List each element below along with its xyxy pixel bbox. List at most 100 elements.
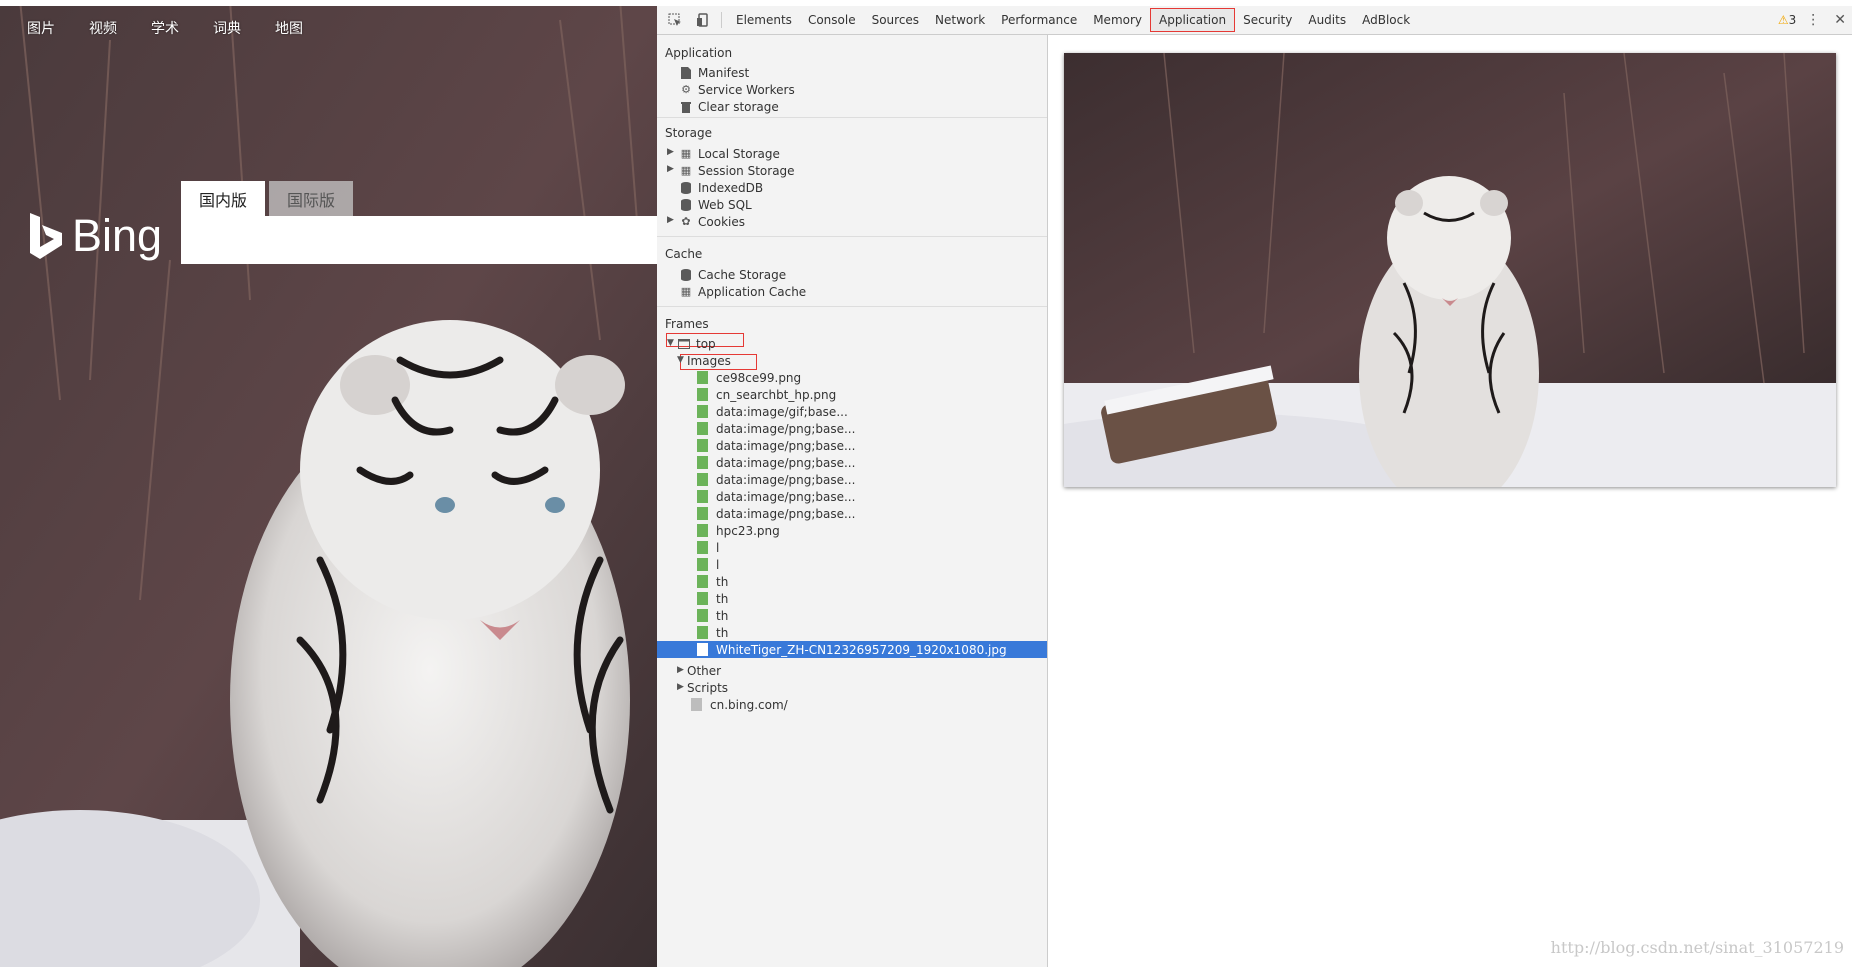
image-resource-item[interactable]: data:image/png;base... (697, 505, 855, 522)
tab-sources[interactable]: Sources (864, 9, 927, 31)
image-resource-item[interactable]: WhiteTiger_ZH-CN12326957209_1920x1080.jp… (697, 641, 1007, 658)
collapse-arrow-icon[interactable]: ▼ (667, 338, 674, 348)
image-resource-item[interactable]: data:image/gif;base... (697, 403, 848, 420)
document-icon (679, 66, 693, 80)
document-cn-bing[interactable]: cn.bing.com/ (691, 696, 788, 713)
cookie-icon: ✿ (681, 215, 691, 228)
nav-dictionary[interactable]: 词典 (213, 18, 241, 38)
image-resource-item[interactable]: ce98ce99.png (697, 369, 801, 386)
tab-adblock[interactable]: AdBlock (1354, 9, 1418, 31)
nav-academic[interactable]: 学术 (151, 18, 179, 38)
image-resource-item[interactable]: th (697, 590, 728, 607)
tab-elements[interactable]: Elements (728, 9, 800, 31)
image-resource-item[interactable]: l (697, 556, 719, 573)
section-title-application: Application (665, 46, 733, 60)
tab-console[interactable]: Console (800, 9, 864, 31)
image-file-icon (697, 609, 708, 622)
image-resource-item[interactable]: data:image/png;base... (697, 488, 855, 505)
folder-images[interactable]: Images (687, 352, 731, 369)
nav-images[interactable]: 图片 (27, 18, 55, 38)
sidebar-item-label: Cookies (698, 214, 745, 229)
image-resource-item[interactable]: l (697, 539, 719, 556)
document-icon (691, 698, 702, 711)
image-resource-item[interactable]: data:image/png;base... (697, 471, 855, 488)
tab-network[interactable]: Network (927, 9, 993, 31)
image-file-icon (697, 371, 708, 384)
frame-top[interactable]: top (677, 335, 716, 352)
image-file-icon (697, 490, 708, 503)
tab-international[interactable]: 国际版 (269, 181, 354, 216)
image-resource-label: data:image/gif;base... (716, 404, 848, 419)
expand-arrow-icon[interactable]: ▶ (677, 665, 684, 675)
image-resource-item[interactable]: data:image/png;base... (697, 454, 855, 471)
sidebar-item-clear-storage[interactable]: Clear storage (679, 98, 779, 115)
sidebar-item-label: Web SQL (698, 197, 752, 212)
sidebar-item-cache-storage[interactable]: Cache Storage (679, 266, 786, 283)
folder-scripts[interactable]: Scripts (687, 679, 728, 696)
expand-arrow-icon[interactable]: ▶ (667, 215, 674, 225)
frame-top-label: top (696, 336, 716, 351)
section-divider (657, 117, 1047, 118)
warning-count: 3 (1788, 13, 1797, 27)
tab-audits[interactable]: Audits (1300, 9, 1354, 31)
image-resource-item[interactable]: th (697, 573, 728, 590)
image-file-icon (697, 541, 708, 554)
blog-watermark: http://blog.csdn.net/sinat_31057219 (1550, 938, 1844, 957)
white-tiger-image (1064, 53, 1836, 487)
sidebar-item-session-storage[interactable]: ▦ Session Storage (679, 162, 795, 179)
collapse-arrow-icon[interactable]: ▼ (677, 355, 684, 365)
image-resource-item[interactable]: hpc23.png (697, 522, 780, 539)
image-resource-item[interactable]: cn_searchbt_hp.png (697, 386, 836, 403)
sidebar-item-manifest[interactable]: Manifest (679, 64, 749, 81)
expand-arrow-icon[interactable]: ▶ (667, 147, 674, 157)
image-resource-label: th (716, 608, 729, 623)
tab-application[interactable]: Application (1150, 8, 1236, 32)
section-divider (657, 306, 1047, 307)
tab-domestic[interactable]: 国内版 (181, 181, 266, 216)
bing-logo-text: Bing (72, 210, 163, 261)
image-resource-label: hpc23.png (716, 523, 780, 538)
bing-logo[interactable]: Bing (28, 210, 162, 262)
grid-icon: ▦ (680, 147, 692, 160)
inspect-element-icon[interactable] (665, 10, 685, 30)
image-file-icon (697, 558, 708, 571)
nav-videos[interactable]: 视频 (89, 18, 117, 38)
nav-maps[interactable]: 地图 (275, 18, 303, 38)
toolbar-divider (721, 12, 722, 28)
image-file-icon (697, 643, 708, 656)
expand-arrow-icon[interactable]: ▶ (677, 682, 684, 692)
search-input[interactable] (181, 216, 657, 264)
warnings-counter[interactable]: ⚠3 (1778, 13, 1796, 27)
tab-security[interactable]: Security (1235, 9, 1300, 31)
image-file-icon (697, 456, 708, 469)
image-resource-item[interactable]: th (697, 624, 728, 641)
bing-top-nav: 图片 视频 学术 词典 地图 (27, 18, 337, 38)
sidebar-item-indexeddb[interactable]: IndexedDB (679, 179, 763, 196)
image-resource-label: th (716, 574, 729, 589)
close-icon[interactable]: ✕ (1834, 12, 1846, 28)
image-resource-label: l (716, 540, 720, 555)
gear-icon: ⚙ (681, 83, 691, 96)
image-resource-label: data:image/png;base... (716, 506, 856, 521)
sidebar-item-cookies[interactable]: ✿ Cookies (679, 213, 745, 230)
sidebar-item-label: Cache Storage (698, 267, 787, 282)
sidebar-item-application-cache[interactable]: ▦ Application Cache (679, 283, 806, 300)
tab-memory[interactable]: Memory (1085, 9, 1150, 31)
folder-other[interactable]: Other (687, 662, 721, 679)
expand-arrow-icon[interactable]: ▶ (667, 164, 674, 174)
database-icon (679, 198, 693, 212)
sidebar-item-web-sql[interactable]: Web SQL (679, 196, 752, 213)
image-resource-label: data:image/png;base... (716, 438, 856, 453)
sidebar-item-local-storage[interactable]: ▦ Local Storage (679, 145, 780, 162)
image-file-icon (697, 388, 708, 401)
image-resource-label: data:image/png;base... (716, 421, 856, 436)
image-resource-item[interactable]: data:image/png;base... (697, 420, 855, 437)
more-options-icon[interactable]: ⋮ (1806, 12, 1820, 28)
folder-images-label: Images (687, 353, 731, 368)
image-file-icon (697, 626, 708, 639)
device-toolbar-icon[interactable] (693, 10, 713, 30)
sidebar-item-service-workers[interactable]: ⚙ Service Workers (679, 81, 795, 98)
image-resource-item[interactable]: data:image/png;base... (697, 437, 855, 454)
tab-performance[interactable]: Performance (993, 9, 1085, 31)
image-resource-item[interactable]: th (697, 607, 728, 624)
